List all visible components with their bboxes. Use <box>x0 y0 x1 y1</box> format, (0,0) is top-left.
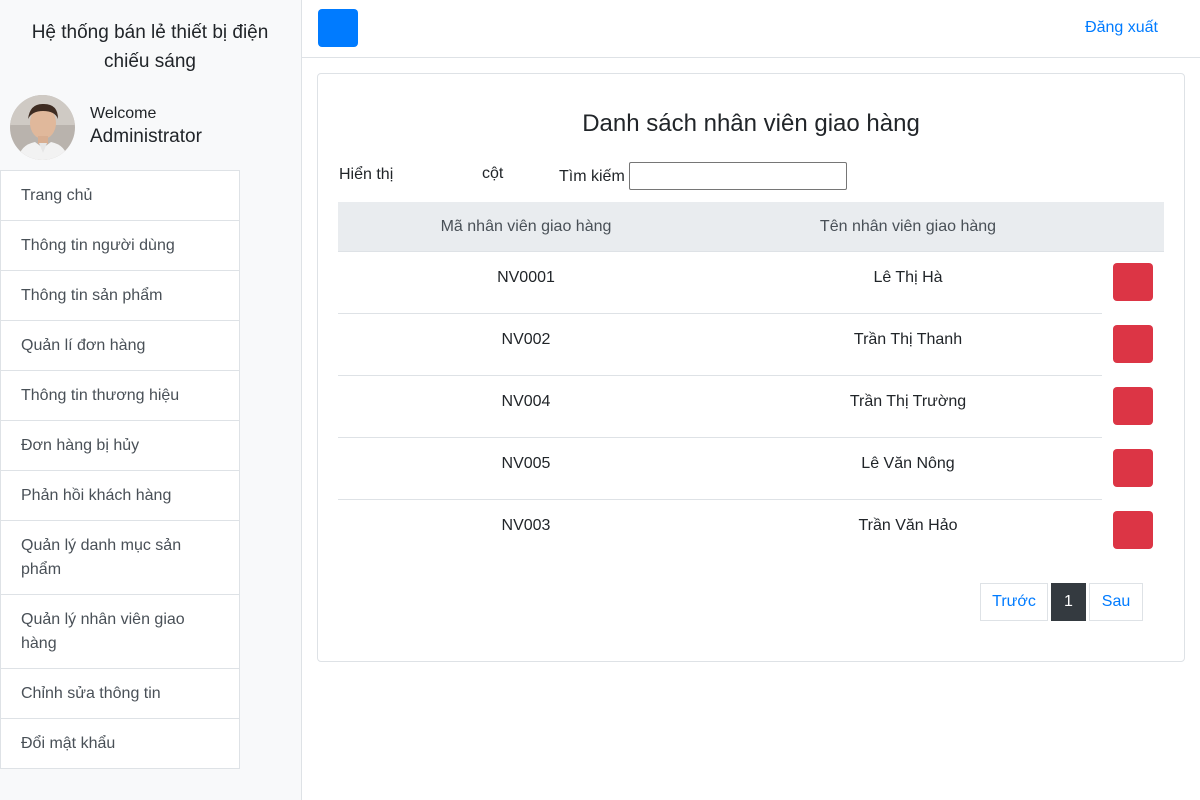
current-page-button[interactable]: 1 <box>1051 583 1086 621</box>
cell-id: NV005 <box>501 455 551 472</box>
welcome-text: Welcome <box>90 105 157 122</box>
table-row: NV002 Trần Thị Thanh <box>338 314 1164 376</box>
sidebar-item-label: Trang chủ <box>21 186 93 204</box>
welcome-block: Welcome Administrator <box>90 104 202 150</box>
sidebar-item-label: Chỉnh sửa thông tin <box>21 684 161 702</box>
cell-id: NV0001 <box>497 269 555 286</box>
user-profile: Welcome Administrator <box>10 94 202 160</box>
cell-name: Trần Thị Thanh <box>853 331 963 348</box>
pagination: Trước 1 Sau <box>980 583 1143 621</box>
column-header-id: Mã nhân viên giao hàng <box>440 218 612 235</box>
sidebar: Hệ thống bán lẻ thiết bị điện chiếu sáng… <box>0 0 302 800</box>
table-header: Mã nhân viên giao hàng Tên nhân viên gia… <box>338 202 1164 252</box>
sidebar-item-edit-info[interactable]: Chỉnh sửa thông tin <box>0 668 240 719</box>
sidebar-item-label: Quản lí đơn hàng <box>21 336 146 354</box>
user-name: Administrator <box>90 126 202 147</box>
prev-page-button[interactable]: Trước <box>980 583 1048 621</box>
sidebar-item-label: Đơn hàng bị hủy <box>21 436 140 454</box>
sidebar-menu: Trang chủ Thông tin người dùng Thông tin… <box>0 170 240 769</box>
sidebar-toggle-button[interactable] <box>318 9 358 47</box>
delete-button[interactable] <box>1113 387 1153 425</box>
sidebar-item-feedback[interactable]: Phản hồi khách hàng <box>0 470 240 521</box>
show-label: Hiển thị <box>339 166 394 183</box>
search-label: Tìm kiếm <box>559 168 625 185</box>
sidebar-item-user-info[interactable]: Thông tin người dùng <box>0 220 240 271</box>
table-row: NV003 Trần Văn Hảo <box>338 500 1164 562</box>
delete-button[interactable] <box>1113 263 1153 301</box>
user-avatar-icon <box>10 94 75 160</box>
cell-id: NV003 <box>501 517 551 534</box>
search-input[interactable] <box>629 162 847 190</box>
cell-name: Trần Văn Hảo <box>858 517 958 534</box>
sidebar-item-categories[interactable]: Quản lý danh mục sản phẩm <box>0 520 240 595</box>
sidebar-item-brands[interactable]: Thông tin thương hiệu <box>0 370 240 421</box>
column-label: cột <box>482 165 504 182</box>
delete-button[interactable] <box>1113 449 1153 487</box>
delete-button[interactable] <box>1113 511 1153 549</box>
cell-id: NV002 <box>501 331 551 348</box>
sidebar-item-shippers[interactable]: Quản lý nhân viên giao hàng <box>0 594 240 669</box>
sidebar-item-label: Thông tin sản phẩm <box>21 286 163 304</box>
cell-id: NV004 <box>501 393 551 410</box>
next-page-button[interactable]: Sau <box>1089 583 1143 621</box>
sidebar-item-label: Đổi mật khẩu <box>21 734 116 752</box>
sidebar-item-product-info[interactable]: Thông tin sản phẩm <box>0 270 240 321</box>
sidebar-item-label: Quản lý nhân viên giao hàng <box>21 610 185 652</box>
sidebar-item-change-password[interactable]: Đổi mật khẩu <box>0 718 240 769</box>
sidebar-item-home[interactable]: Trang chủ <box>0 170 240 221</box>
column-header-name: Tên nhân viên giao hàng <box>819 218 997 235</box>
sidebar-item-orders[interactable]: Quản lí đơn hàng <box>0 320 240 371</box>
delete-button[interactable] <box>1113 325 1153 363</box>
sidebar-item-label: Phản hồi khách hàng <box>21 486 172 504</box>
cell-name: Trần Thị Trường <box>849 393 967 410</box>
table-row: NV005 Lê Văn Nông <box>338 438 1164 500</box>
sidebar-item-label: Quản lý danh mục sản phẩm <box>21 536 182 578</box>
logout-link[interactable]: Đăng xuất <box>1085 19 1158 37</box>
sidebar-item-label: Thông tin thương hiệu <box>21 386 180 404</box>
page-title: Danh sách nhân viên giao hàng <box>582 110 920 137</box>
table-row: NV0001 Lê Thị Hà <box>338 252 1164 314</box>
brand-title: Hệ thống bán lẻ thiết bị điện chiếu sáng <box>31 22 269 72</box>
top-navbar: Đăng xuất <box>302 0 1200 58</box>
cell-name: Lê Thị Hà <box>873 269 943 286</box>
sidebar-item-label: Thông tin người dùng <box>21 236 175 254</box>
cell-name: Lê Văn Nông <box>861 455 955 472</box>
sidebar-item-cancelled-orders[interactable]: Đơn hàng bị hủy <box>0 420 240 471</box>
avatar <box>10 94 75 160</box>
table-row: NV004 Trần Thị Trường <box>338 376 1164 438</box>
